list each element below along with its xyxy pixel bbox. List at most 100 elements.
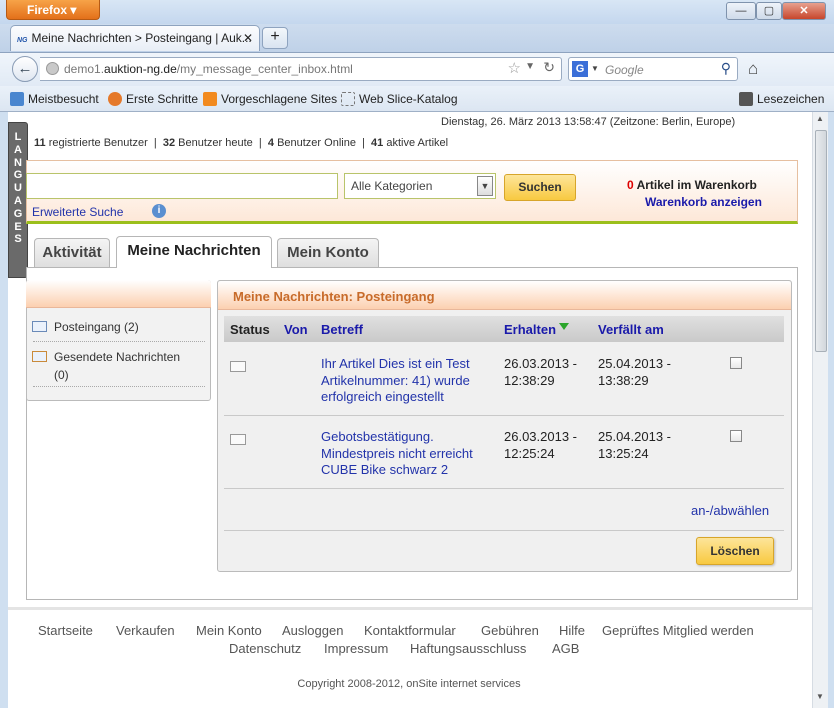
firefox-menu-label: Firefox — [27, 3, 68, 17]
category-select[interactable]: Alle Kategorien ▼ — [344, 173, 496, 199]
info-icon[interactable]: i — [152, 204, 166, 218]
stat-label: Benutzer heute — [178, 137, 253, 149]
footer-link-agb[interactable]: AGB — [552, 641, 579, 656]
sidebar-item-gesendete[interactable]: Gesendete Nachrichten — [54, 350, 180, 364]
message-received: 26.03.2013 -12:25:24 — [504, 429, 577, 462]
vertical-scrollbar[interactable]: ▲ ▼ — [812, 112, 828, 708]
site-stats: 11 registrierte Benutzer | 32 Benutzer h… — [34, 137, 449, 149]
firefox-icon — [108, 92, 122, 106]
date-line: 26.03.2013 - — [504, 356, 578, 371]
back-button[interactable]: ← — [12, 56, 38, 82]
languages-label: LANGUAGES — [13, 131, 23, 246]
suggested-sites-icon — [203, 92, 217, 106]
tab-close-icon[interactable]: ✕ — [243, 31, 253, 45]
sidebar-divider — [33, 341, 205, 342]
scroll-up-arrow-icon[interactable]: ▲ — [816, 114, 824, 123]
tab-title: Meine Nachrichten > Posteingang | Auk... — [31, 31, 252, 45]
bookmark-label: Vorgeschlagene Sites — [221, 92, 338, 106]
google-icon[interactable]: G — [572, 61, 588, 77]
time-line: 12:38:29 — [504, 372, 555, 388]
toggle-select-link[interactable]: an-/abwählen — [691, 503, 769, 518]
tab-aktivitaet[interactable]: Aktivität — [34, 238, 110, 268]
message-expires: 25.04.2013 -13:25:24 — [598, 429, 671, 462]
tab-mein-konto[interactable]: Mein Konto — [277, 238, 379, 268]
footer-link-gebuehren[interactable]: Gebühren — [481, 623, 539, 638]
chevron-down-icon[interactable]: ▼ — [477, 176, 493, 196]
stat-label: aktive Artikel — [386, 137, 449, 149]
url-prefix: demo1. — [64, 62, 105, 76]
inbox-icon — [32, 321, 47, 332]
col-von[interactable]: Von — [284, 322, 308, 337]
col-erhalten[interactable]: Erhalten — [504, 322, 556, 337]
maximize-button[interactable]: ▢ — [756, 2, 782, 20]
date-line: 26.03.2013 - — [504, 429, 578, 444]
sort-desc-icon — [559, 323, 569, 330]
footer-link-hilfe[interactable]: Hilfe — [559, 623, 585, 638]
bookmarks-star-icon — [739, 92, 753, 106]
most-visited-icon — [10, 92, 24, 106]
copyright: Copyright 2008-2012, onSite internet ser… — [297, 678, 521, 690]
message-subject[interactable]: Ihr Artikel Dies ist ein Test Artikelnumm… — [321, 356, 496, 406]
footer-link-ausloggen[interactable]: Ausloggen — [282, 623, 343, 638]
subject-line: Artikelnummer: 41) wurde — [321, 372, 470, 388]
col-betreff[interactable]: Betreff — [321, 322, 363, 337]
footer-link-haftungsausschluss[interactable]: Haftungsausschluss — [410, 641, 526, 656]
web-search-placeholder: Google — [605, 63, 644, 77]
bookmark-star-icon[interactable]: ☆ — [508, 59, 521, 77]
dropdown-arrow-icon[interactable]: ▼ — [525, 61, 535, 72]
stat-number: 32 — [162, 137, 176, 149]
web-search-bar[interactable]: G ▼ Google ⚲ — [568, 57, 738, 81]
sidebar-divider — [33, 386, 205, 387]
footer-link-startseite[interactable]: Startseite — [38, 623, 93, 638]
bookmarks-menu[interactable]: Lesezeichen — [739, 92, 824, 106]
date-line: 25.04.2013 - — [598, 429, 672, 444]
delete-button[interactable]: Löschen — [696, 537, 774, 565]
cart-label: Artikel im Warenkorb — [636, 178, 757, 192]
home-icon[interactable]: ⌂ — [748, 59, 758, 79]
message-subject[interactable]: Gebotsbestätigung. Mindestpreis nicht err… — [321, 429, 496, 479]
message-checkbox[interactable] — [730, 430, 742, 442]
engine-dropdown-icon[interactable]: ▼ — [591, 64, 599, 73]
scrollbar-thumb[interactable] — [815, 130, 827, 352]
new-tab-button[interactable]: + — [262, 27, 288, 49]
reload-icon[interactable]: ↻ — [543, 59, 555, 76]
advanced-search-link[interactable]: Erweiterte Suche — [32, 205, 123, 219]
bookmark-vorgeschlagene-sites[interactable]: Vorgeschlagene Sites — [203, 92, 337, 106]
footer-link-mein-konto[interactable]: Mein Konto — [196, 623, 262, 638]
messages-sidebar-header — [26, 280, 211, 308]
browser-tab-active[interactable]: NG Meine Nachrichten > Posteingang | Auk.… — [10, 25, 260, 51]
col-verfaellt[interactable]: Verfällt am — [598, 322, 664, 337]
message-expires: 25.04.2013 -13:38:29 — [598, 356, 671, 389]
magnifier-icon[interactable]: ⚲ — [721, 60, 731, 77]
time-line: 13:25:24 — [598, 445, 649, 461]
firefox-menu-button[interactable]: Firefox ▾ — [6, 0, 100, 20]
url-bar[interactable]: demo1.auktion-ng.de/my_message_center_in… — [40, 57, 562, 81]
bookmark-erste-schritte[interactable]: Erste Schritte — [108, 92, 198, 106]
footer-link-gepruefter[interactable]: Geprüftes Mitglied werden — [602, 623, 754, 638]
tab-meine-nachrichten[interactable]: Meine Nachrichten — [116, 236, 272, 268]
subject-line: Gebotsbestätigung. — [321, 429, 434, 444]
stat-number: 4 — [267, 137, 274, 149]
footer-link-kontaktformular[interactable]: Kontaktformular — [364, 623, 456, 638]
table-divider — [224, 530, 784, 531]
envelope-open-icon — [230, 434, 246, 445]
footer-link-impressum[interactable]: Impressum — [324, 641, 388, 656]
stat-number: 41 — [371, 137, 384, 149]
minimize-button[interactable]: — — [726, 2, 756, 20]
footer-link-verkaufen[interactable]: Verkaufen — [116, 623, 175, 638]
url-domain: auktion-ng.de — [104, 62, 177, 76]
bookmark-web-slice[interactable]: Web Slice-Katalog — [341, 92, 458, 106]
tab-favicon-icon: NG — [17, 37, 28, 44]
bookmark-meistbesucht[interactable]: Meistbesucht — [10, 92, 99, 106]
inbox-title: Meine Nachrichten: Posteingang — [218, 281, 791, 310]
footer-link-datenschutz[interactable]: Datenschutz — [229, 641, 301, 656]
close-window-button[interactable]: ✕ — [782, 2, 826, 20]
view-cart-link[interactable]: Warenkorb anzeigen — [645, 195, 762, 209]
languages-tab[interactable]: LANGUAGES — [8, 122, 28, 278]
bookmarks-menu-label: Lesezeichen — [757, 92, 825, 106]
sidebar-item-posteingang[interactable]: Posteingang (2) — [54, 320, 139, 334]
search-button[interactable]: Suchen — [504, 174, 576, 201]
message-checkbox[interactable] — [730, 357, 742, 369]
site-search-input[interactable] — [26, 173, 338, 199]
scroll-down-arrow-icon[interactable]: ▼ — [816, 692, 824, 701]
